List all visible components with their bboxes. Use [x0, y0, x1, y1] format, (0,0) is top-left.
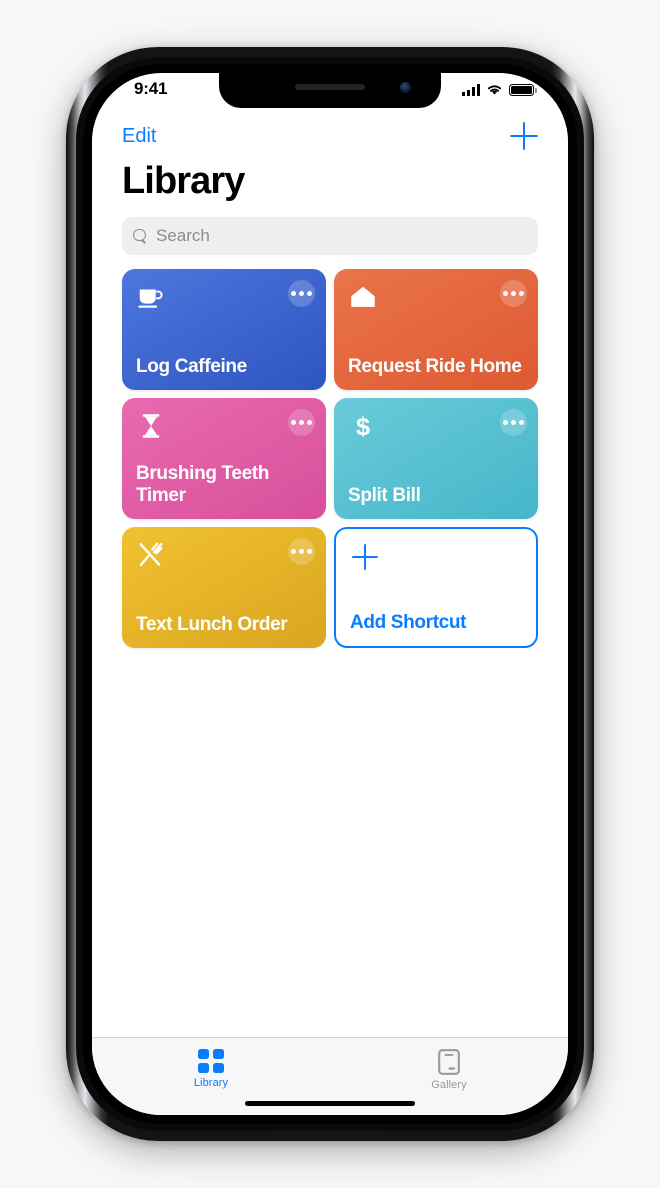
wifi-icon — [487, 85, 502, 95]
screenshot-stage: 9:41 Edit Library Search Log Caffeine Re… — [0, 0, 660, 1188]
shortcut-more-button[interactable] — [500, 409, 527, 436]
add-shortcut-label: Add Shortcut — [350, 611, 467, 633]
device-icon — [438, 1049, 460, 1075]
hourglass-icon — [136, 411, 166, 441]
shortcut-label: Brushing Teeth Timer — [136, 463, 270, 506]
tab-gallery[interactable]: Gallery — [330, 1049, 568, 1091]
shortcut-label: Split Bill — [348, 484, 421, 506]
shortcut-card-request-ride-home[interactable]: Request Ride Home — [334, 269, 538, 390]
search-container: Search — [92, 203, 568, 255]
grid-icon — [198, 1049, 224, 1073]
shortcut-more-button[interactable] — [288, 280, 315, 307]
fork-knife-icon — [136, 540, 166, 570]
add-shortcut-plus-icon[interactable] — [510, 122, 538, 150]
device-inner-frame: 9:41 Edit Library Search Log Caffeine Re… — [76, 57, 584, 1131]
battery-icon — [509, 84, 537, 96]
shortcut-label: Text Lunch Order — [136, 613, 288, 635]
search-input[interactable]: Search — [122, 217, 538, 255]
shortcuts-app: Edit Library Search Log Caffeine Request… — [92, 108, 568, 1115]
shortcut-label: Request Ride Home — [348, 355, 522, 377]
shortcuts-grid: Log Caffeine Request Ride Home Brushing … — [92, 255, 568, 1037]
shortcut-card-text-lunch-order[interactable]: Text Lunch Order — [122, 527, 326, 648]
shortcut-more-button[interactable] — [288, 409, 315, 436]
tab-label: Library — [193, 1077, 229, 1089]
front-camera-icon — [400, 82, 411, 93]
shortcut-more-button[interactable] — [288, 538, 315, 565]
shortcut-more-button[interactable] — [500, 280, 527, 307]
device-bezel: 9:41 Edit Library Search Log Caffeine Re… — [83, 64, 577, 1124]
shortcut-card-split-bill[interactable]: $ Split Bill — [334, 398, 538, 519]
earpiece-speaker-icon — [295, 84, 365, 90]
page-title: Library — [122, 160, 245, 202]
coffee-cup-icon — [136, 282, 166, 312]
home-indicator[interactable] — [245, 1100, 415, 1106]
search-icon — [133, 228, 148, 244]
shortcut-label: Log Caffeine — [136, 355, 247, 377]
navigation-bar: Edit — [92, 108, 568, 164]
iphone-device-frame: 9:41 Edit Library Search Log Caffeine Re… — [66, 47, 594, 1141]
device-screen: 9:41 Edit Library Search Log Caffeine Re… — [92, 73, 568, 1115]
shortcut-card-log-caffeine[interactable]: Log Caffeine — [122, 269, 326, 390]
tab-label: Gallery — [431, 1079, 467, 1091]
house-icon — [348, 282, 378, 312]
tab-library[interactable]: Library — [92, 1049, 330, 1089]
status-bar-time: 9:41 — [134, 79, 168, 98]
dollar-sign-icon: $ — [348, 411, 378, 441]
svg-text:$: $ — [356, 413, 370, 441]
add-shortcut-card[interactable]: Add Shortcut — [334, 527, 538, 648]
plus-icon — [350, 542, 380, 572]
display-notch — [219, 73, 441, 108]
edit-button[interactable]: Edit — [122, 126, 156, 146]
status-bar-indicators — [462, 83, 537, 96]
search-placeholder: Search — [156, 226, 210, 245]
cellular-signal-icon — [462, 84, 480, 96]
shortcut-card-brushing-teeth-timer[interactable]: Brushing Teeth Timer — [122, 398, 326, 519]
